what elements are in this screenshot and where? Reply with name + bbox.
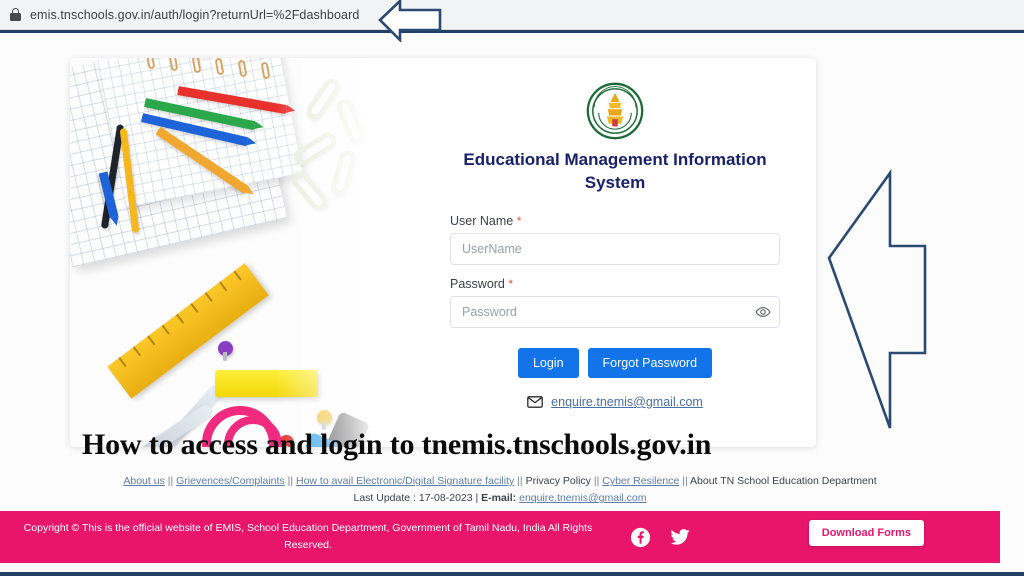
page-viewport: Educational Management Information Syste… [0, 30, 1024, 576]
forgot-password-button[interactable]: Forgot Password [587, 347, 713, 378]
last-update-text: Last Update : 17-08-2023 [353, 492, 473, 505]
footer-update-row: Last Update : 17-08-2023 | E-mail: enqui… [0, 490, 1000, 507]
bottom-bar: Copyright © This is the official website… [0, 511, 1000, 563]
download-forms-button[interactable]: Download Forms [808, 520, 924, 546]
tamil-nadu-emblem-logo [586, 82, 644, 140]
footer-links: About us || Grievences/Complaints || How… [0, 473, 1000, 508]
footer-link-grievances[interactable]: Grievences/Complaints [176, 475, 285, 487]
footer-separator: || [167, 475, 174, 487]
required-asterisk: * [508, 276, 514, 291]
url-text: emis.tnschools.gov.in/auth/login?returnU… [30, 7, 360, 22]
footer-link-cyber-resilence[interactable]: Cyber Resilence [602, 475, 679, 487]
twitter-icon[interactable] [669, 527, 691, 548]
facebook-icon[interactable] [630, 527, 651, 548]
footer-separator: || [682, 475, 688, 487]
screenshot-root: emis.tnschools.gov.in/auth/login?returnU… [0, 0, 1024, 576]
footer-separator: || [593, 475, 600, 487]
footer-email-link[interactable]: enquire.tnemis@gmail.com [519, 492, 646, 504]
left-arrow-annotation [827, 168, 927, 429]
social-icons [630, 527, 691, 548]
username-label: User Name * [450, 213, 522, 228]
lock-icon [10, 8, 21, 21]
footer-pipe: | [475, 492, 479, 505]
overlay-headline: How to access and login to tnemis.tnscho… [82, 428, 712, 461]
footer-link-privacy-policy[interactable]: Privacy Policy [526, 475, 591, 487]
illustration-fade [276, 58, 406, 447]
login-card: Educational Management Information Syste… [70, 58, 816, 447]
contact-email-link[interactable]: enquire.tnemis@gmail.com [551, 395, 703, 409]
contact-email-row: enquire.tnemis@gmail.com [527, 395, 703, 409]
password-input[interactable] [450, 295, 780, 328]
email-label: E-mail: [481, 492, 517, 505]
eye-icon[interactable] [755, 304, 771, 320]
login-button[interactable]: Login [517, 347, 579, 378]
copyright-text: Copyright © This is the official website… [23, 522, 593, 551]
footer-separator: || [517, 475, 523, 487]
footer-link-about-us[interactable]: About us [123, 475, 164, 487]
login-form-pane: Educational Management Information Syste… [406, 58, 816, 447]
page-title: Educational Management Information Syste… [463, 150, 767, 193]
login-buttons-row: Login Forgot Password [517, 347, 713, 378]
password-label: Password * [450, 276, 514, 291]
username-field-block: User Name * [450, 214, 780, 265]
push-pin-purple [218, 341, 233, 361]
footer-separator: || [287, 475, 294, 487]
envelope-icon [527, 396, 544, 408]
footer-link-about-department[interactable]: About TN School Education Department [690, 475, 877, 487]
footer-link-digital-signature[interactable]: How to avail Electronic/Digital Signatur… [296, 475, 514, 487]
stationery-illustration [70, 58, 406, 447]
required-asterisk: * [516, 213, 522, 228]
left-arrow-annotation-url [378, 0, 442, 42]
password-field-block: Password * [450, 277, 780, 328]
username-input[interactable] [450, 232, 780, 265]
footer-links-row: About us || Grievences/Complaints || How… [0, 473, 1000, 490]
browser-url-bar[interactable]: emis.tnschools.gov.in/auth/login?returnU… [0, 0, 1024, 30]
